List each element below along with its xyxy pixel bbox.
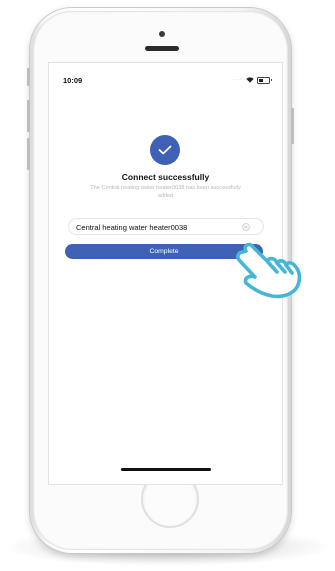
earpiece-speaker	[145, 46, 179, 51]
checkmark-icon	[158, 145, 172, 155]
battery-icon	[257, 76, 272, 84]
tap-hand-icon	[236, 242, 302, 299]
success-check-icon	[150, 135, 180, 165]
signal-icon: ····	[231, 77, 243, 83]
device-name-value: Central heating water heater0038	[76, 222, 188, 232]
device-name-field[interactable]: Central heating water heater0038	[68, 218, 264, 235]
success-subtitle: The Central heating water heater0038 has…	[90, 185, 241, 199]
clear-icon[interactable]	[242, 223, 250, 231]
status-icons: ····	[231, 75, 272, 85]
volume-up-button	[27, 100, 30, 132]
status-time: 10:09	[63, 76, 83, 85]
wifi-icon	[246, 77, 254, 83]
front-camera	[159, 31, 165, 37]
success-title: Connect successfully	[121, 172, 210, 182]
power-button	[291, 108, 294, 144]
volume-down-button	[27, 138, 30, 170]
mute-switch	[27, 68, 30, 86]
home-indicator	[121, 468, 211, 471]
